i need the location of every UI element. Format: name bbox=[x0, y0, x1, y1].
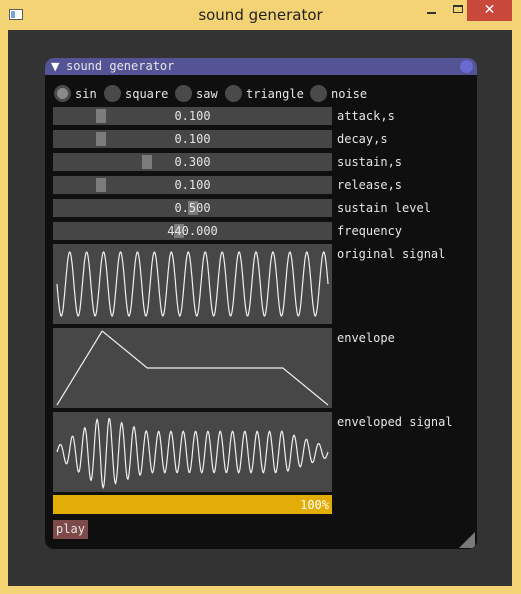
enveloped-signal-plot[interactable] bbox=[53, 412, 332, 492]
slider-value: 0.100 bbox=[174, 178, 211, 192]
radio-sin[interactable] bbox=[54, 85, 71, 102]
slider-value: 0.500 bbox=[174, 201, 211, 215]
panel-title-bar[interactable]: ▼ sound generator bbox=[45, 58, 477, 75]
radio-square[interactable] bbox=[104, 85, 121, 102]
radio-label-noise: noise bbox=[331, 87, 368, 101]
slider-value: 440.000 bbox=[167, 224, 218, 238]
radio-label-triangle: triangle bbox=[246, 87, 304, 101]
attack-slider[interactable]: 0.100 bbox=[53, 107, 332, 125]
progress-bar: 100% bbox=[53, 495, 332, 514]
panel-title: sound generator bbox=[66, 59, 175, 73]
slider-value: 0.100 bbox=[174, 132, 211, 146]
radio-noise[interactable] bbox=[310, 85, 327, 102]
play-button[interactable]: play bbox=[53, 520, 88, 539]
sound-generator-panel: ▼ sound generator sin square saw triangl… bbox=[45, 58, 477, 549]
radio-label-square: square bbox=[125, 87, 169, 101]
radio-label-sin: sin bbox=[75, 87, 97, 101]
title-bar[interactable]: sound generator ✕ bbox=[0, 0, 521, 30]
resize-grip-icon[interactable] bbox=[459, 532, 475, 548]
attack-label: attack,s bbox=[337, 109, 395, 123]
slider-value: 0.100 bbox=[174, 109, 211, 123]
envelope-plot[interactable] bbox=[53, 328, 332, 408]
enveloped-signal-graph bbox=[56, 417, 329, 490]
slider-value: 0.300 bbox=[174, 155, 211, 169]
radio-saw[interactable] bbox=[175, 85, 192, 102]
progress-text: 100% bbox=[300, 498, 329, 512]
minimize-button[interactable] bbox=[417, 0, 445, 21]
panel-close-icon[interactable] bbox=[460, 60, 473, 73]
sustain-label: sustain,s bbox=[337, 155, 403, 169]
frequency-slider[interactable]: 440.000 bbox=[53, 222, 332, 240]
sustain-slider[interactable]: 0.300 bbox=[53, 153, 332, 171]
release-label: release,s bbox=[337, 178, 403, 192]
original-signal-label: original signal bbox=[337, 247, 446, 261]
original-signal-graph bbox=[56, 251, 329, 317]
close-button[interactable]: ✕ bbox=[467, 0, 512, 21]
envelope-graph bbox=[56, 330, 329, 406]
frequency-label: frequency bbox=[337, 224, 403, 238]
sustain-level-label: sustain level bbox=[337, 201, 431, 215]
decay-slider[interactable]: 0.100 bbox=[53, 130, 332, 148]
radio-label-saw: saw bbox=[196, 87, 218, 101]
enveloped-signal-label: enveloped signal bbox=[337, 415, 453, 429]
original-signal-plot[interactable] bbox=[53, 244, 332, 324]
radio-triangle[interactable] bbox=[225, 85, 242, 102]
enveloped-signal-line bbox=[56, 417, 329, 490]
sustain-level-slider[interactable]: 0.500 bbox=[53, 199, 332, 217]
app-window: sound generator ✕ ▼ sound generator sin … bbox=[0, 0, 521, 594]
collapse-arrow-icon[interactable]: ▼ bbox=[51, 60, 59, 73]
original-signal-line bbox=[56, 251, 329, 317]
decay-label: decay,s bbox=[337, 132, 388, 146]
release-slider[interactable]: 0.100 bbox=[53, 176, 332, 194]
envelope-line bbox=[56, 330, 329, 406]
envelope-label: envelope bbox=[337, 331, 395, 345]
